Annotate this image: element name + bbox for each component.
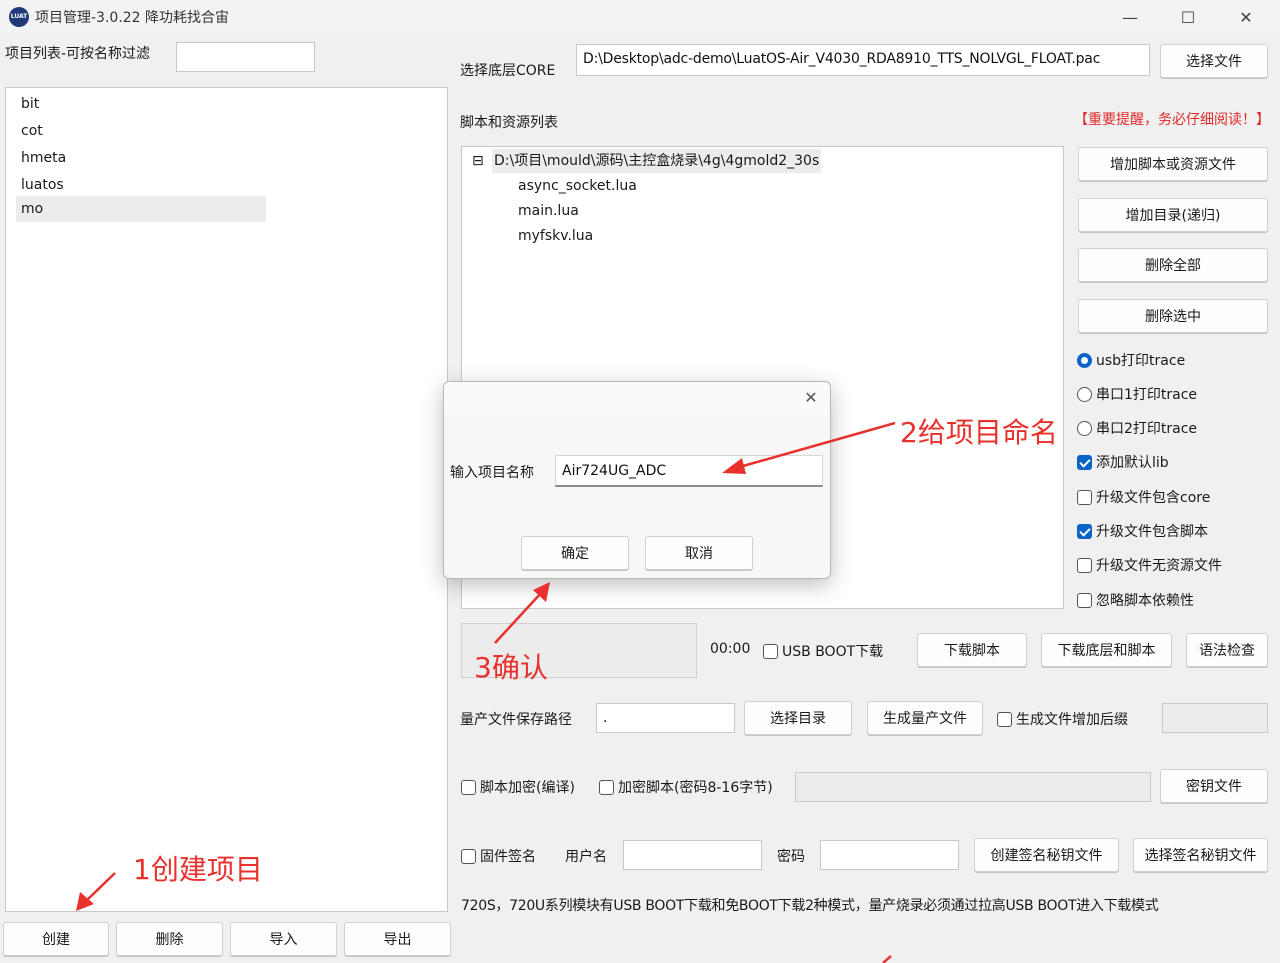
annotation-arrows <box>76 421 896 963</box>
arrow-fragment <box>882 955 892 963</box>
arrow-step3 <box>494 582 550 644</box>
annotation-step1: 1创建项目 <box>133 853 263 886</box>
annotation-step2: 2给项目命名 <box>900 416 1058 449</box>
arrow-step2 <box>722 421 896 474</box>
arrow-step1 <box>76 872 116 911</box>
annotation-step3: 3确认 <box>474 651 548 684</box>
